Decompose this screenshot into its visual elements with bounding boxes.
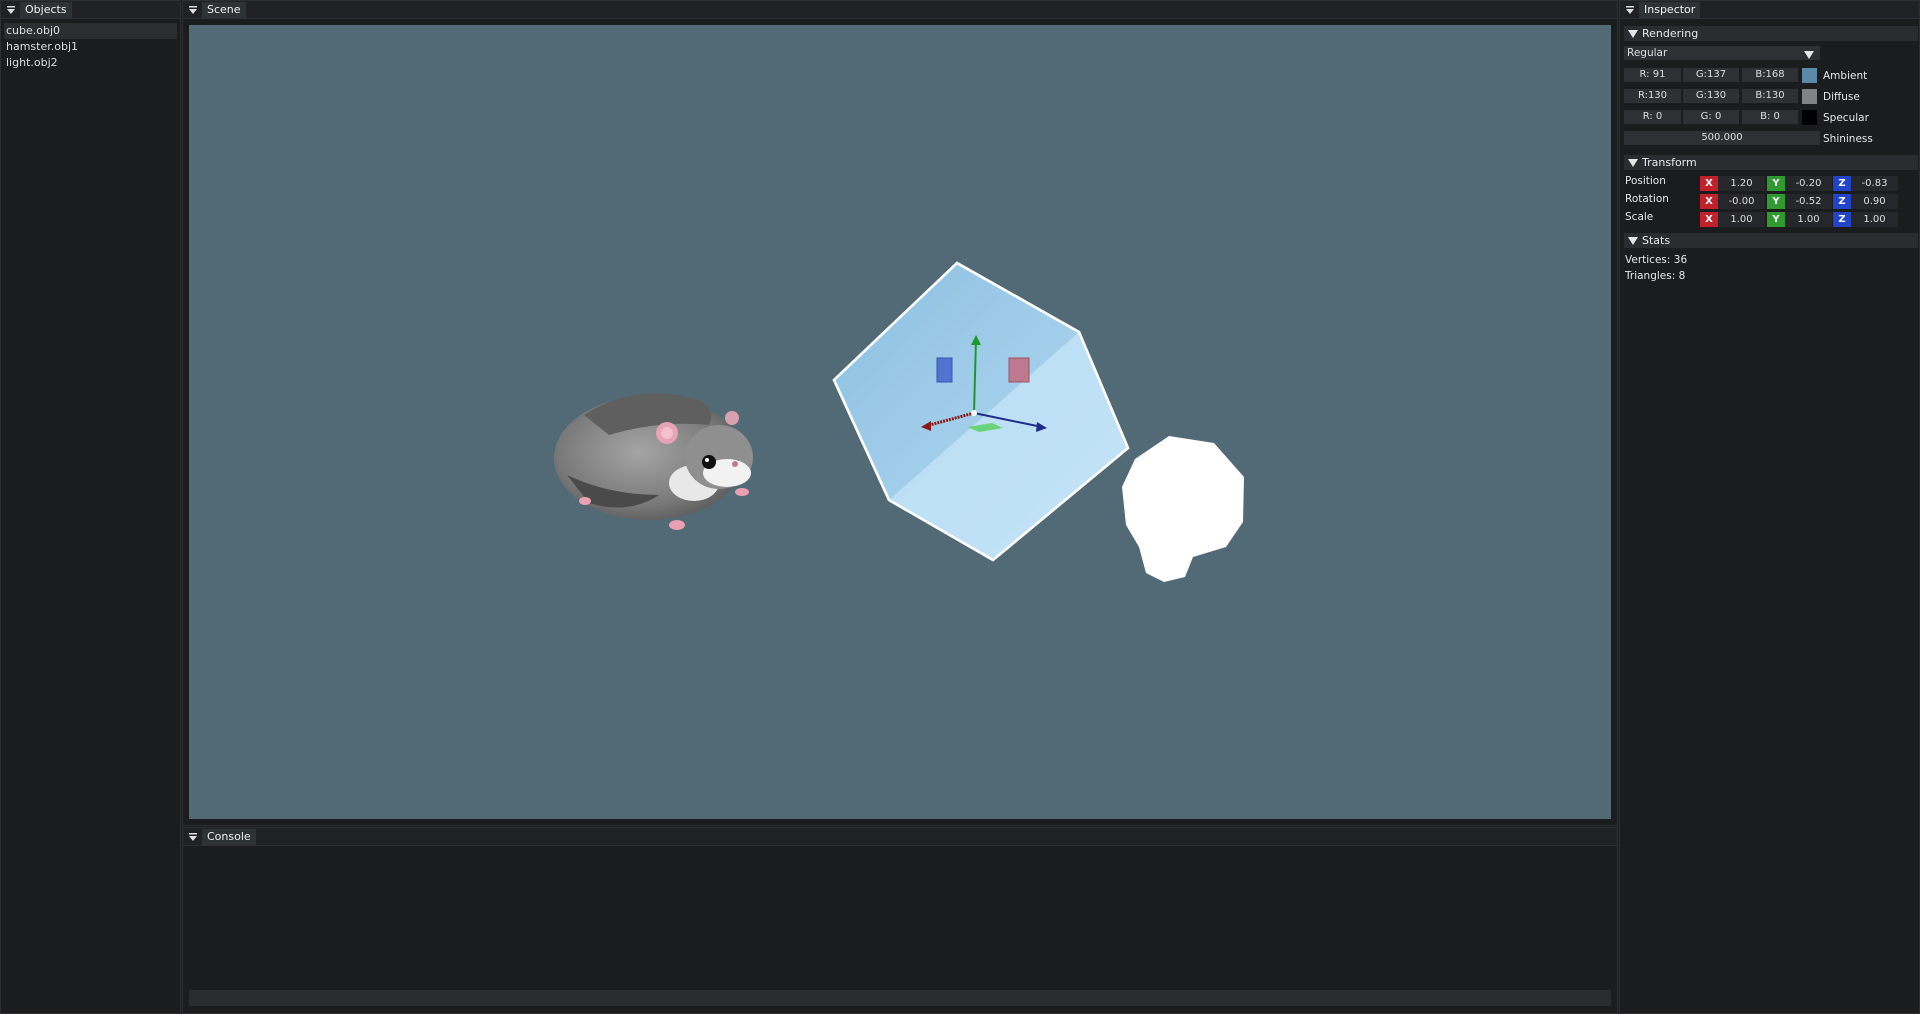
position-x-field[interactable]: 1.20	[1718, 176, 1765, 191]
section-label: Rendering	[1642, 27, 1699, 40]
panel-title: Objects	[20, 1, 72, 18]
diffuse-g-field[interactable]: G:130	[1683, 89, 1739, 103]
panel-title: Scene	[202, 1, 246, 18]
scale-z-field[interactable]: 1.00	[1851, 212, 1898, 227]
shininess-field[interactable]: 500.000	[1624, 131, 1820, 145]
ambient-label: Ambient	[1823, 70, 1868, 82]
specular-r-field[interactable]: R: 0	[1624, 110, 1681, 124]
scale-label: Scale	[1625, 211, 1654, 223]
triangle-down-icon	[1624, 29, 1642, 38]
objects-titlebar: Objects	[1, 1, 180, 19]
dropdown-arrow-icon	[1804, 49, 1814, 63]
diffuse-b-field[interactable]: B:130	[1742, 89, 1798, 103]
specular-g-field[interactable]: G: 0	[1683, 110, 1739, 124]
console-panel: Console	[182, 827, 1618, 1014]
position-x-badge: X	[1700, 176, 1718, 191]
transform-section-header[interactable]: Transform	[1624, 155, 1918, 170]
render-mode-select[interactable]: Regular	[1624, 46, 1820, 60]
triangles-stat: Triangles: 8	[1625, 270, 1686, 282]
rotation-x-field[interactable]: -0.00	[1718, 194, 1765, 209]
panel-title: Console	[202, 828, 256, 845]
console-input[interactable]	[189, 990, 1611, 1006]
ambient-color-swatch[interactable]	[1802, 68, 1817, 83]
collapse-icon[interactable]	[186, 828, 200, 845]
scale-x-field[interactable]: 1.00	[1718, 212, 1765, 227]
collapse-icon[interactable]	[1623, 1, 1637, 18]
object-item-light[interactable]: light.obj2	[1, 55, 180, 71]
diffuse-label: Diffuse	[1823, 91, 1860, 103]
scale-y-field[interactable]: 1.00	[1785, 212, 1832, 227]
object-item-cube[interactable]: cube.obj0	[4, 23, 177, 39]
vertices-stat: Vertices: 36	[1625, 254, 1688, 266]
position-z-field[interactable]: -0.83	[1851, 176, 1898, 191]
panel-title: Inspector	[1639, 1, 1701, 18]
rotation-z-badge: Z	[1833, 194, 1851, 209]
section-label: Transform	[1642, 156, 1697, 169]
specular-color-swatch[interactable]	[1802, 110, 1817, 125]
diffuse-r-field[interactable]: R:130	[1624, 89, 1681, 103]
scale-y-badge: Y	[1767, 212, 1785, 227]
specular-label: Specular	[1823, 112, 1869, 124]
position-z-badge: Z	[1833, 176, 1851, 191]
ambient-g-field[interactable]: G:137	[1683, 68, 1739, 82]
rotation-x-badge: X	[1700, 194, 1718, 209]
specular-b-field[interactable]: B: 0	[1742, 110, 1798, 124]
hamster-model[interactable]	[554, 393, 753, 530]
collapse-icon[interactable]	[186, 1, 200, 18]
scene-render	[554, 261, 1244, 582]
rotation-y-field[interactable]: -0.52	[1785, 194, 1832, 209]
position-y-badge: Y	[1767, 176, 1785, 191]
scene-titlebar: Scene	[183, 1, 1617, 19]
console-titlebar: Console	[183, 828, 1617, 846]
rotation-z-field[interactable]: 0.90	[1851, 194, 1898, 209]
select-value: Regular	[1627, 47, 1668, 59]
ambient-r-field[interactable]: R: 91	[1624, 68, 1681, 82]
scene-viewport[interactable]	[189, 25, 1611, 819]
shininess-label: Shininess	[1823, 133, 1873, 145]
inspector-titlebar: Inspector	[1620, 1, 1919, 19]
scale-z-badge: Z	[1833, 212, 1851, 227]
position-y-field[interactable]: -0.20	[1785, 176, 1832, 191]
light-model[interactable]	[1122, 436, 1244, 582]
cube-model[interactable]	[832, 261, 1130, 562]
position-label: Position	[1625, 175, 1666, 187]
object-item-hamster[interactable]: hamster.obj1	[1, 39, 180, 55]
rotation-y-badge: Y	[1767, 194, 1785, 209]
scene-panel: Scene	[182, 0, 1618, 826]
objects-panel: Objects cube.obj0 hamster.obj1 light.obj…	[0, 0, 181, 1014]
rotation-label: Rotation	[1625, 193, 1669, 205]
inspector-panel: Inspector Rendering Regular R: 91 G:137 …	[1619, 0, 1920, 1014]
triangle-down-icon	[1624, 236, 1642, 245]
triangle-down-icon	[1624, 158, 1642, 167]
collapse-icon[interactable]	[4, 1, 18, 18]
diffuse-color-swatch[interactable]	[1802, 89, 1817, 104]
section-label: Stats	[1642, 234, 1671, 247]
ambient-b-field[interactable]: B:168	[1742, 68, 1798, 82]
rendering-section-header[interactable]: Rendering	[1624, 26, 1918, 41]
stats-section-header[interactable]: Stats	[1624, 233, 1918, 248]
scale-x-badge: X	[1700, 212, 1718, 227]
